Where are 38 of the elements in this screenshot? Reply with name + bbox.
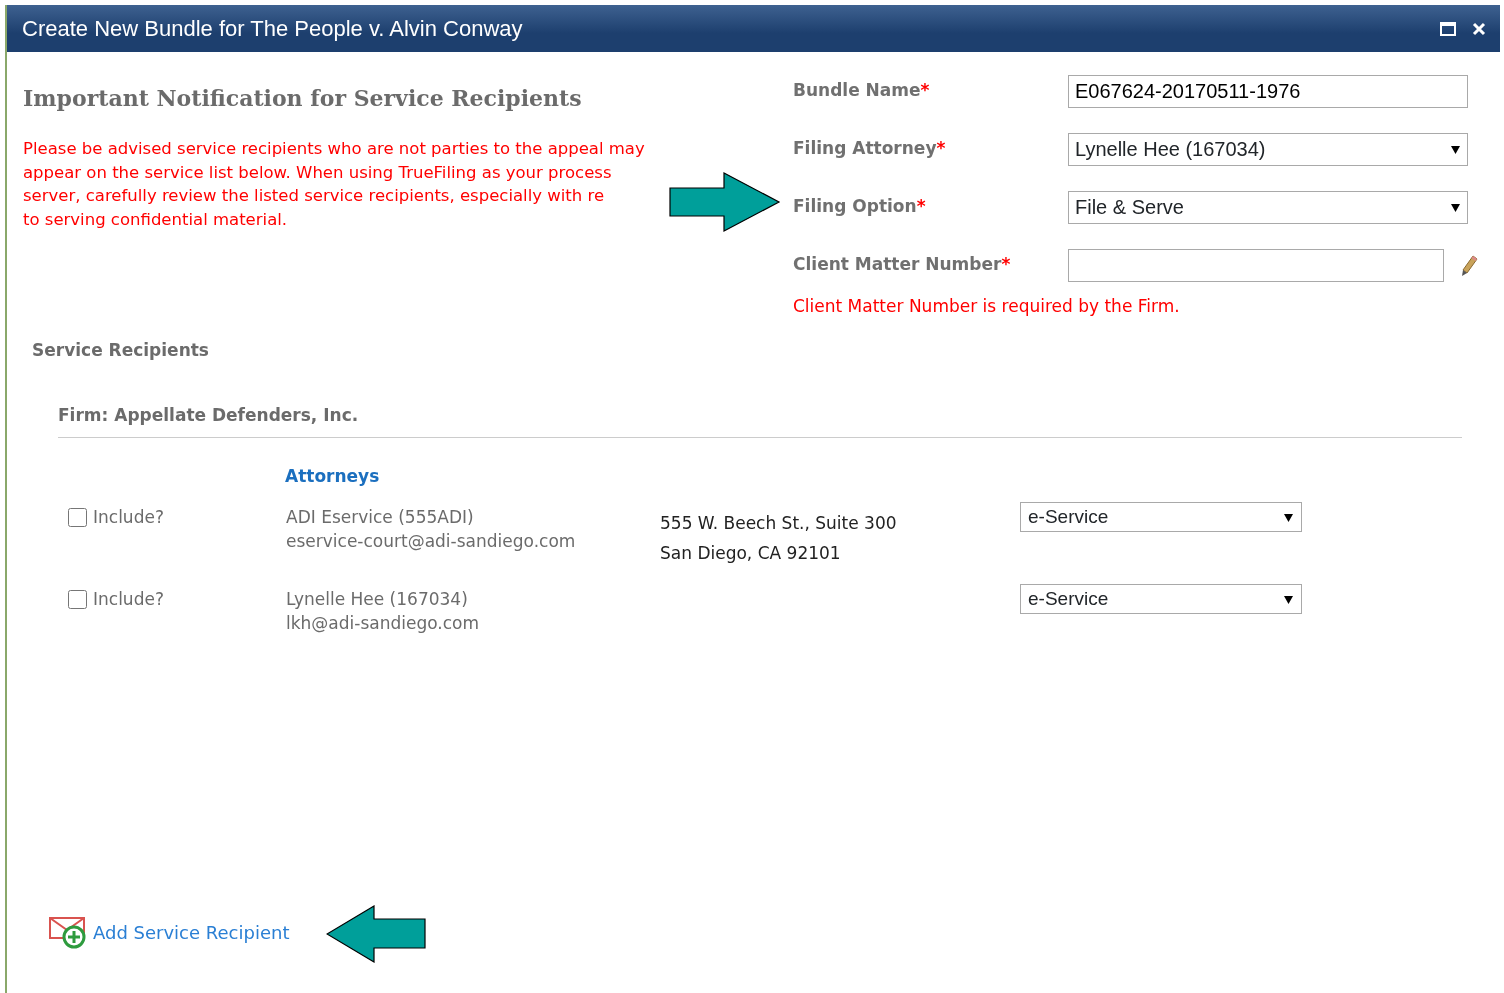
maximize-button[interactable] — [1440, 21, 1456, 36]
text-field[interactable] — [1068, 248, 1444, 282]
dropdown[interactable]: e-Service — [1020, 502, 1302, 532]
checkbox[interactable] — [68, 590, 87, 609]
checkbox[interactable] — [68, 508, 87, 527]
caret-icon — [1450, 201, 1461, 213]
firm-heading: Firm: Appellate Defenders, Inc. — [58, 403, 1462, 438]
notice-text-line: server, carefully review the listed service recipients, especially with re — [23, 185, 606, 207]
text-field[interactable]: E067624-20170511-1976 — [1068, 74, 1468, 108]
recipient-name: ADI Eservice (555ADI) — [286, 506, 475, 529]
notice-text-line: Please be advised service recipients who are not parties to the appeal may — [23, 138, 646, 160]
error-message: Client Matter Number is required by the Firm. — [793, 295, 1181, 318]
group-heading: Attorneys — [285, 464, 381, 488]
dropdown[interactable]: Lynelle Hee (167034) — [1068, 132, 1468, 166]
notice-heading: Important Notification for Service Recipients — [23, 84, 583, 113]
field-label: Filing Option* — [793, 195, 927, 219]
notice-text-line: appear on the service list below. When using TrueFiling as your process — [23, 161, 613, 184]
section-heading: Service Recipients — [32, 338, 210, 362]
caret-icon — [1283, 511, 1294, 523]
caret-icon — [1450, 143, 1461, 155]
close-button[interactable] — [1472, 21, 1486, 36]
recipient-email: lkh@adi-sandiego.com — [286, 612, 481, 635]
checkbox-label: Include? — [93, 588, 164, 611]
notice-text-line: to serving confidential material. — [23, 208, 289, 231]
pencil-icon[interactable] — [1460, 254, 1478, 277]
checkbox-label: Include? — [93, 506, 164, 529]
add-recipient-link[interactable]: Add Service Recipient — [93, 918, 290, 946]
recipient-name: Lynelle Hee (167034) — [286, 588, 469, 611]
window-title: Create New Bundle for The People v. Alvin Conway — [22, 15, 524, 43]
recipient-email: eservice-court@adi-sandiego.com — [286, 530, 577, 553]
dropdown[interactable]: File & Serve — [1068, 190, 1468, 224]
caret-icon — [1283, 593, 1294, 605]
address-line: San Diego, CA 92101 — [660, 542, 842, 565]
field-label: Bundle Name* — [793, 79, 931, 103]
field-label: Filing Attorney* — [793, 137, 947, 161]
address-line: 555 W. Beech St., Suite 300 — [660, 512, 898, 535]
field-label: Client Matter Number* — [793, 253, 1012, 277]
dropdown[interactable]: e-Service — [1020, 584, 1302, 614]
